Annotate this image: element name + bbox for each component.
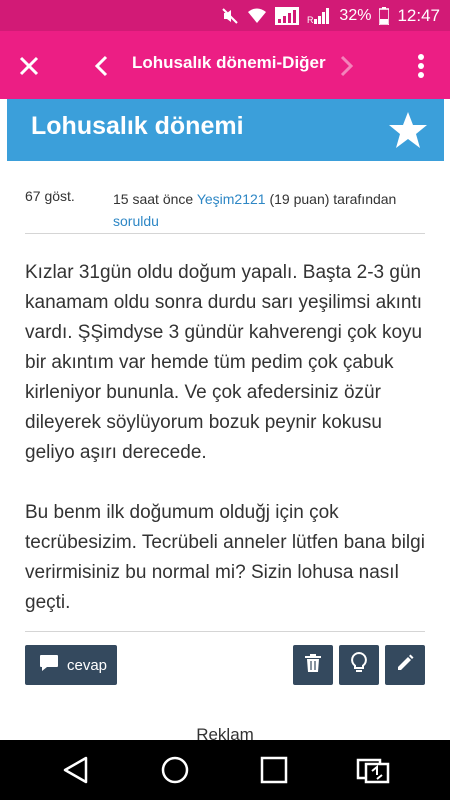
edit-icon bbox=[395, 653, 415, 678]
nav-bar bbox=[0, 740, 450, 800]
asked-info: 15 saat önce Yeşim2121 (19 puan) tarafın… bbox=[113, 188, 425, 232]
trash-icon bbox=[304, 653, 322, 678]
view-count: 67 göst. bbox=[25, 188, 75, 204]
battery-icon bbox=[379, 6, 390, 25]
author-points: (19 puan) tarafından bbox=[265, 191, 397, 207]
status-bar: R 32% 12:47 bbox=[0, 0, 450, 31]
signal-r-icon: R bbox=[307, 7, 331, 25]
body-divider bbox=[25, 631, 425, 632]
category-banner: Lohusalık dönemi bbox=[7, 99, 444, 161]
reply-label: cevap bbox=[66, 656, 108, 674]
asked-time: 15 saat önce bbox=[113, 191, 197, 207]
bulb-icon bbox=[350, 651, 368, 679]
edit-button[interactable] bbox=[385, 645, 425, 685]
nav-switch-icon[interactable] bbox=[356, 754, 390, 786]
signal-icon bbox=[275, 6, 300, 25]
question-paragraph: Bu benm ilk doğumum olduğj için çok tecr… bbox=[25, 502, 425, 613]
wifi-icon bbox=[247, 8, 267, 24]
clock: 12:47 bbox=[397, 5, 440, 25]
close-icon[interactable] bbox=[14, 51, 44, 81]
reply-button[interactable]: cevap bbox=[25, 645, 117, 685]
hint-button[interactable] bbox=[339, 645, 379, 685]
question-paragraph: Kızlar 31gün oldu doğum yapalı. Başta 2-… bbox=[25, 262, 423, 463]
nav-back-icon[interactable] bbox=[60, 754, 92, 786]
asked-label[interactable]: soruldu bbox=[113, 213, 159, 229]
app-bar: Lohusalık dönemi-Diğer bbox=[0, 31, 450, 99]
star-icon[interactable] bbox=[388, 110, 428, 150]
category-title: Lohusalık dönemi bbox=[31, 112, 244, 140]
mute-icon bbox=[221, 7, 239, 25]
author-link[interactable]: Yeşim2121 bbox=[197, 191, 266, 207]
back-icon[interactable] bbox=[88, 51, 114, 81]
app-bar-title: Lohusalık dönemi-Diğer bbox=[132, 53, 326, 72]
nav-home-icon[interactable] bbox=[159, 754, 191, 786]
battery-percent: 32% bbox=[339, 6, 372, 24]
comment-icon bbox=[39, 654, 59, 676]
forward-icon[interactable] bbox=[334, 51, 360, 81]
svg-text:R: R bbox=[307, 15, 314, 25]
delete-button[interactable] bbox=[293, 645, 333, 685]
nav-recents-icon[interactable] bbox=[258, 754, 290, 786]
meta-divider bbox=[25, 233, 425, 234]
question-body: Kızlar 31gün oldu doğum yapalı. Başta 2-… bbox=[25, 258, 425, 648]
more-icon[interactable] bbox=[408, 49, 434, 83]
